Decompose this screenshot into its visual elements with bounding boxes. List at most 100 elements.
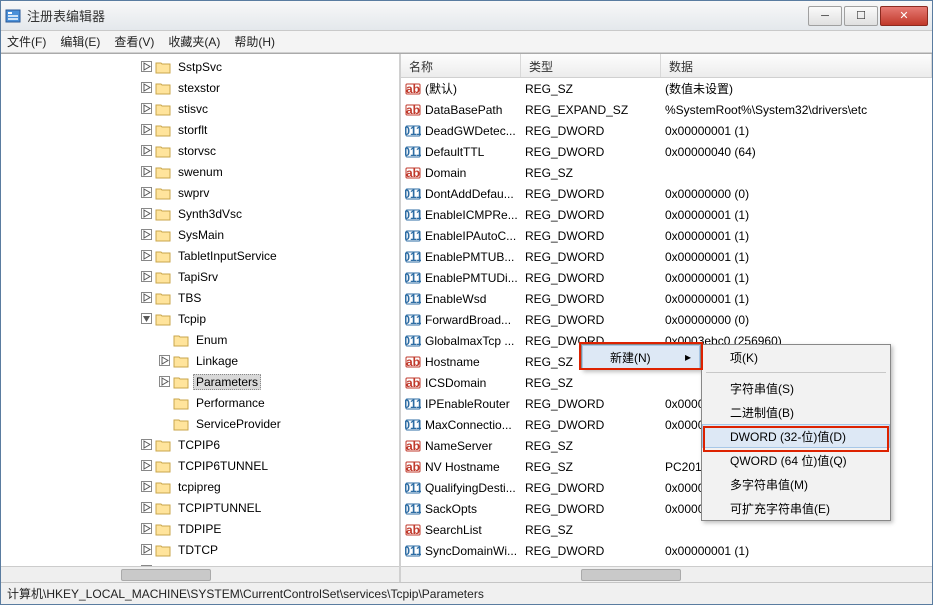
expand-icon[interactable] (141, 124, 152, 135)
list-row[interactable]: 011EnableIPAutoC...REG_DWORD0x00000001 (… (401, 225, 932, 246)
submenu-item[interactable]: 二进制值(B) (702, 400, 890, 424)
list-row[interactable]: 011EnablePMTUDi...REG_DWORD0x00000001 (1… (401, 267, 932, 288)
list-row[interactable]: abDataBasePathREG_EXPAND_SZ%SystemRoot%\… (401, 99, 932, 120)
submenu-item[interactable]: QWORD (64 位)值(Q) (702, 448, 890, 472)
expand-icon[interactable] (141, 103, 152, 114)
expand-icon[interactable] (141, 229, 152, 240)
expand-icon[interactable] (141, 523, 152, 534)
tree-item[interactable]: TCPIP6TUNNEL (141, 455, 399, 476)
list-row[interactable]: 011EnablePMTUB...REG_DWORD0x00000001 (1) (401, 246, 932, 267)
value-type: REG_DWORD (525, 208, 665, 222)
submenu-item[interactable]: 项(K) (702, 345, 890, 369)
expand-icon[interactable] (141, 544, 152, 555)
tree-item[interactable]: TCPIP6 (141, 434, 399, 455)
tree-item[interactable]: TBS (141, 287, 399, 308)
tree-item[interactable]: Performance (141, 392, 399, 413)
tree-item[interactable]: Parameters (141, 371, 399, 392)
expand-icon[interactable] (159, 355, 170, 366)
tree-item[interactable]: Synth3dVsc (141, 203, 399, 224)
tree-item[interactable]: Linkage (141, 350, 399, 371)
titlebar[interactable]: 注册表编辑器 ─ ☐ ✕ (1, 1, 932, 31)
value-type: REG_DWORD (525, 313, 665, 327)
expand-icon[interactable] (141, 292, 152, 303)
menu-help[interactable]: 帮助(H) (234, 33, 275, 50)
tree-item[interactable]: ServiceProvider (141, 413, 399, 434)
minimize-button[interactable]: ─ (808, 6, 842, 26)
menu-edit[interactable]: 编辑(E) (60, 33, 100, 50)
svg-text:011: 011 (405, 187, 421, 201)
list-row[interactable]: 011DefaultTTLREG_DWORD0x00000040 (64) (401, 141, 932, 162)
list-pane[interactable]: 名称 类型 数据 ab(默认)REG_SZ(数值未设置)abDataBasePa… (401, 54, 932, 582)
list-row[interactable]: 011SyncDomainWi...REG_DWORD0x00000001 (1… (401, 540, 932, 561)
list-row[interactable]: 011EnableWsdREG_DWORD0x00000001 (1) (401, 288, 932, 309)
tree-item[interactable]: TapiSrv (141, 266, 399, 287)
tree-item[interactable]: storflt (141, 119, 399, 140)
expand-icon[interactable] (141, 502, 152, 513)
list-row[interactable]: 011DeadGWDetec...REG_DWORD0x00000001 (1) (401, 120, 932, 141)
list-row[interactable]: 011EnableICMPRe...REG_DWORD0x00000001 (1… (401, 204, 932, 225)
col-data[interactable]: 数据 (661, 54, 932, 77)
value-type: REG_DWORD (525, 481, 665, 495)
close-button[interactable]: ✕ (880, 6, 928, 26)
value-type: REG_SZ (525, 460, 665, 474)
expand-icon[interactable] (141, 481, 152, 492)
expand-icon[interactable] (141, 208, 152, 219)
context-new[interactable]: 新建(N) ▸ (582, 345, 700, 369)
tree-item[interactable]: swenum (141, 161, 399, 182)
tree-item[interactable]: TCPIPTUNNEL (141, 497, 399, 518)
value-type: REG_SZ (525, 376, 665, 390)
submenu-item[interactable]: 字符串值(S) (702, 376, 890, 400)
tree-item[interactable]: storvsc (141, 140, 399, 161)
list-row[interactable]: 011DontAddDefau...REG_DWORD0x00000000 (0… (401, 183, 932, 204)
expand-icon[interactable] (141, 145, 152, 156)
tree-hscroll[interactable] (1, 566, 399, 582)
tree-item[interactable]: SstpSvc (141, 56, 399, 77)
binary-value-icon: 011 (405, 291, 421, 307)
col-type[interactable]: 类型 (521, 54, 661, 77)
list-row[interactable]: abDomainREG_SZ (401, 162, 932, 183)
expand-icon[interactable] (141, 187, 152, 198)
list-row[interactable]: 011ForwardBroad...REG_DWORD0x00000000 (0… (401, 309, 932, 330)
maximize-button[interactable]: ☐ (844, 6, 878, 26)
submenu-item[interactable]: 可扩充字符串值(E) (702, 496, 890, 520)
list-row[interactable]: ab(默认)REG_SZ(数值未设置) (401, 78, 932, 99)
menu-favorites[interactable]: 收藏夹(A) (168, 33, 220, 50)
expand-icon[interactable] (141, 61, 152, 72)
expand-icon[interactable] (141, 460, 152, 471)
svg-text:ab: ab (406, 376, 420, 390)
tree-item-label: TDTCP (175, 542, 221, 558)
list-header[interactable]: 名称 类型 数据 (401, 54, 932, 78)
tree-item[interactable]: TDPIPE (141, 518, 399, 539)
expand-icon[interactable] (141, 271, 152, 282)
expand-icon[interactable] (141, 439, 152, 450)
expand-icon[interactable] (141, 166, 152, 177)
svg-text:011: 011 (405, 481, 421, 495)
col-name[interactable]: 名称 (401, 54, 521, 77)
collapse-icon[interactable] (141, 313, 152, 324)
tree-item[interactable]: Tcpip (141, 308, 399, 329)
expand-icon[interactable] (141, 250, 152, 261)
string-value-icon: ab (405, 165, 421, 181)
tree-item-label: Parameters (193, 374, 261, 390)
context-submenu[interactable]: 项(K) 字符串值(S)二进制值(B)DWORD (32-位)值(D)QWORD … (701, 344, 891, 521)
value-name: EnablePMTUDi... (425, 271, 518, 285)
menu-file[interactable]: 文件(F) (7, 33, 46, 50)
tree-item[interactable]: SysMain (141, 224, 399, 245)
tree-item[interactable]: stisvc (141, 98, 399, 119)
tree-item[interactable]: stexstor (141, 77, 399, 98)
tree-item[interactable]: tcpipreg (141, 476, 399, 497)
list-row[interactable]: abSearchListREG_SZ (401, 519, 932, 540)
tree-item[interactable]: swprv (141, 182, 399, 203)
tree-item[interactable]: TDTCP (141, 539, 399, 560)
context-menu-parent[interactable]: 新建(N) ▸ (581, 344, 701, 370)
tree-item[interactable]: Enum (141, 329, 399, 350)
list-hscroll[interactable] (401, 566, 932, 582)
tree-item[interactable]: TabletInputService (141, 245, 399, 266)
binary-value-icon: 011 (405, 480, 421, 496)
tree-pane[interactable]: SstpSvcstexstorstisvcstorfltstorvscswenu… (1, 54, 401, 582)
expand-icon[interactable] (141, 82, 152, 93)
submenu-item[interactable]: 多字符串值(M) (702, 472, 890, 496)
expand-icon[interactable] (159, 376, 170, 387)
menu-view[interactable]: 查看(V) (114, 33, 154, 50)
submenu-item[interactable]: DWORD (32-位)值(D) (702, 424, 890, 448)
